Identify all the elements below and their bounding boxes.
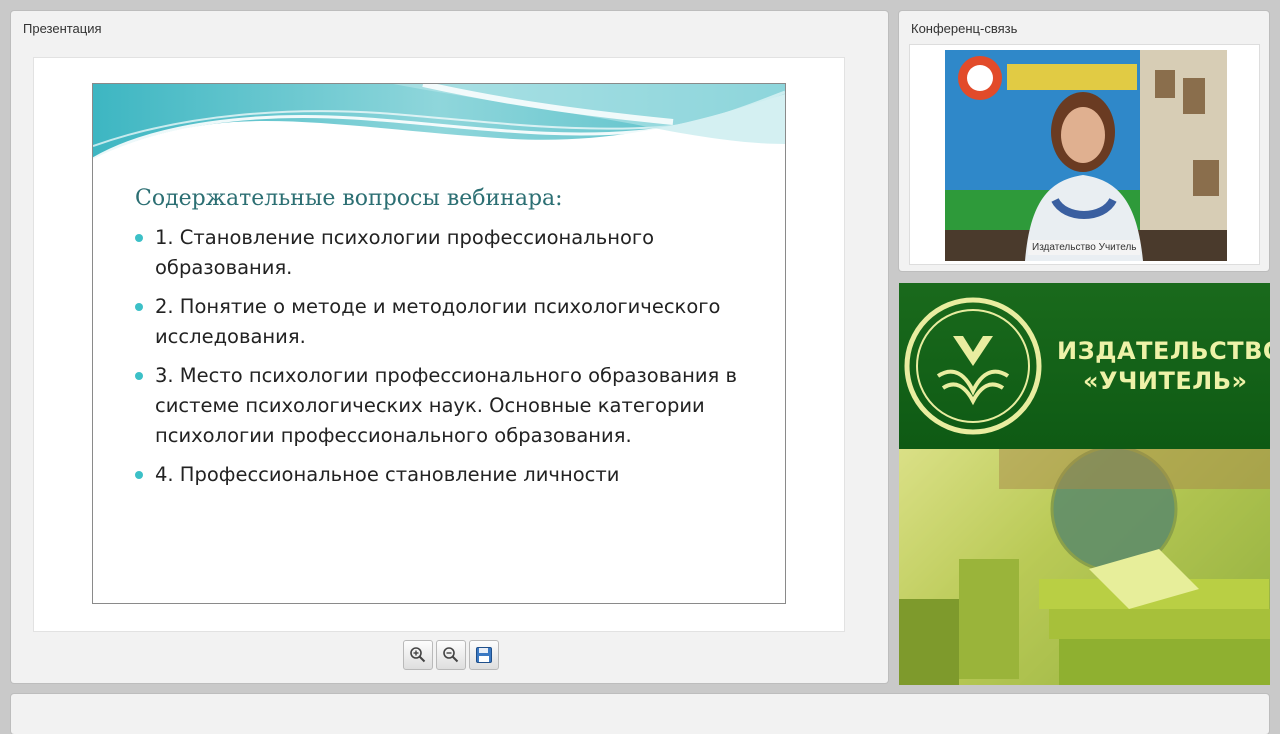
banner-books-image bbox=[899, 449, 1270, 685]
floppy-disk-icon bbox=[476, 647, 492, 663]
video-caption: Издательство Учитель bbox=[1028, 240, 1141, 255]
webcam-frame-graphic bbox=[945, 50, 1227, 261]
slide-bullet-text: 4. Профессиональное становление личности bbox=[155, 463, 620, 486]
conference-panel-title: Конференц-связь bbox=[911, 21, 1018, 36]
webcam-video[interactable]: Издательство Учитель bbox=[945, 50, 1227, 261]
publisher-banner: ИЗДАТЕЛЬСТВО «УЧИТЕЛЬ» bbox=[899, 283, 1270, 685]
zoom-in-icon bbox=[410, 647, 426, 663]
bullet-icon bbox=[135, 372, 143, 380]
slide-bullet-item: 3. Место психологии профессионального об… bbox=[135, 361, 775, 451]
bullet-icon bbox=[135, 303, 143, 311]
presentation-panel: Презентация Содержательные вопросы вебин… bbox=[11, 11, 888, 683]
zoom-in-button[interactable] bbox=[403, 640, 433, 670]
banner-title-line1: ИЗДАТЕЛЬСТВО bbox=[1057, 337, 1270, 365]
slide-viewport: Содержательные вопросы вебинара: 1. Стан… bbox=[33, 57, 845, 632]
slide-bullet-item: 4. Профессиональное становление личности bbox=[135, 460, 775, 490]
slide-bullet-list: 1. Становление психологии профессиональн… bbox=[135, 223, 775, 499]
presentation-panel-title: Презентация bbox=[23, 21, 102, 36]
bullet-icon bbox=[135, 234, 143, 242]
slide-bullet-item: 2. Понятие о методе и методологии психол… bbox=[135, 292, 775, 352]
banner-title-line2: «УЧИТЕЛЬ» bbox=[1083, 367, 1248, 395]
slide-bullet-text: 3. Место психологии профессионального об… bbox=[155, 364, 737, 447]
slide: Содержательные вопросы вебинара: 1. Стан… bbox=[92, 83, 786, 604]
save-button[interactable] bbox=[469, 640, 499, 670]
video-container: Издательство Учитель bbox=[909, 44, 1260, 265]
slide-heading: Содержательные вопросы вебинара: bbox=[135, 186, 563, 211]
zoom-out-button[interactable] bbox=[436, 640, 466, 670]
slide-bullet-item: 1. Становление психологии профессиональн… bbox=[135, 223, 775, 283]
conference-panel: Конференц-связь Издательство Учитель bbox=[899, 11, 1269, 271]
slide-wave-decoration bbox=[93, 84, 785, 161]
bottom-panel bbox=[11, 694, 1269, 734]
zoom-out-icon bbox=[443, 647, 459, 663]
slide-bullet-text: 2. Понятие о методе и методологии психол… bbox=[155, 295, 721, 348]
bullet-icon bbox=[135, 471, 143, 479]
slide-bullet-text: 1. Становление психологии профессиональн… bbox=[155, 226, 655, 279]
banner-header: ИЗДАТЕЛЬСТВО «УЧИТЕЛЬ» bbox=[899, 283, 1270, 449]
publisher-logo-icon bbox=[904, 297, 1042, 435]
books-globe-illustration bbox=[899, 449, 1270, 685]
